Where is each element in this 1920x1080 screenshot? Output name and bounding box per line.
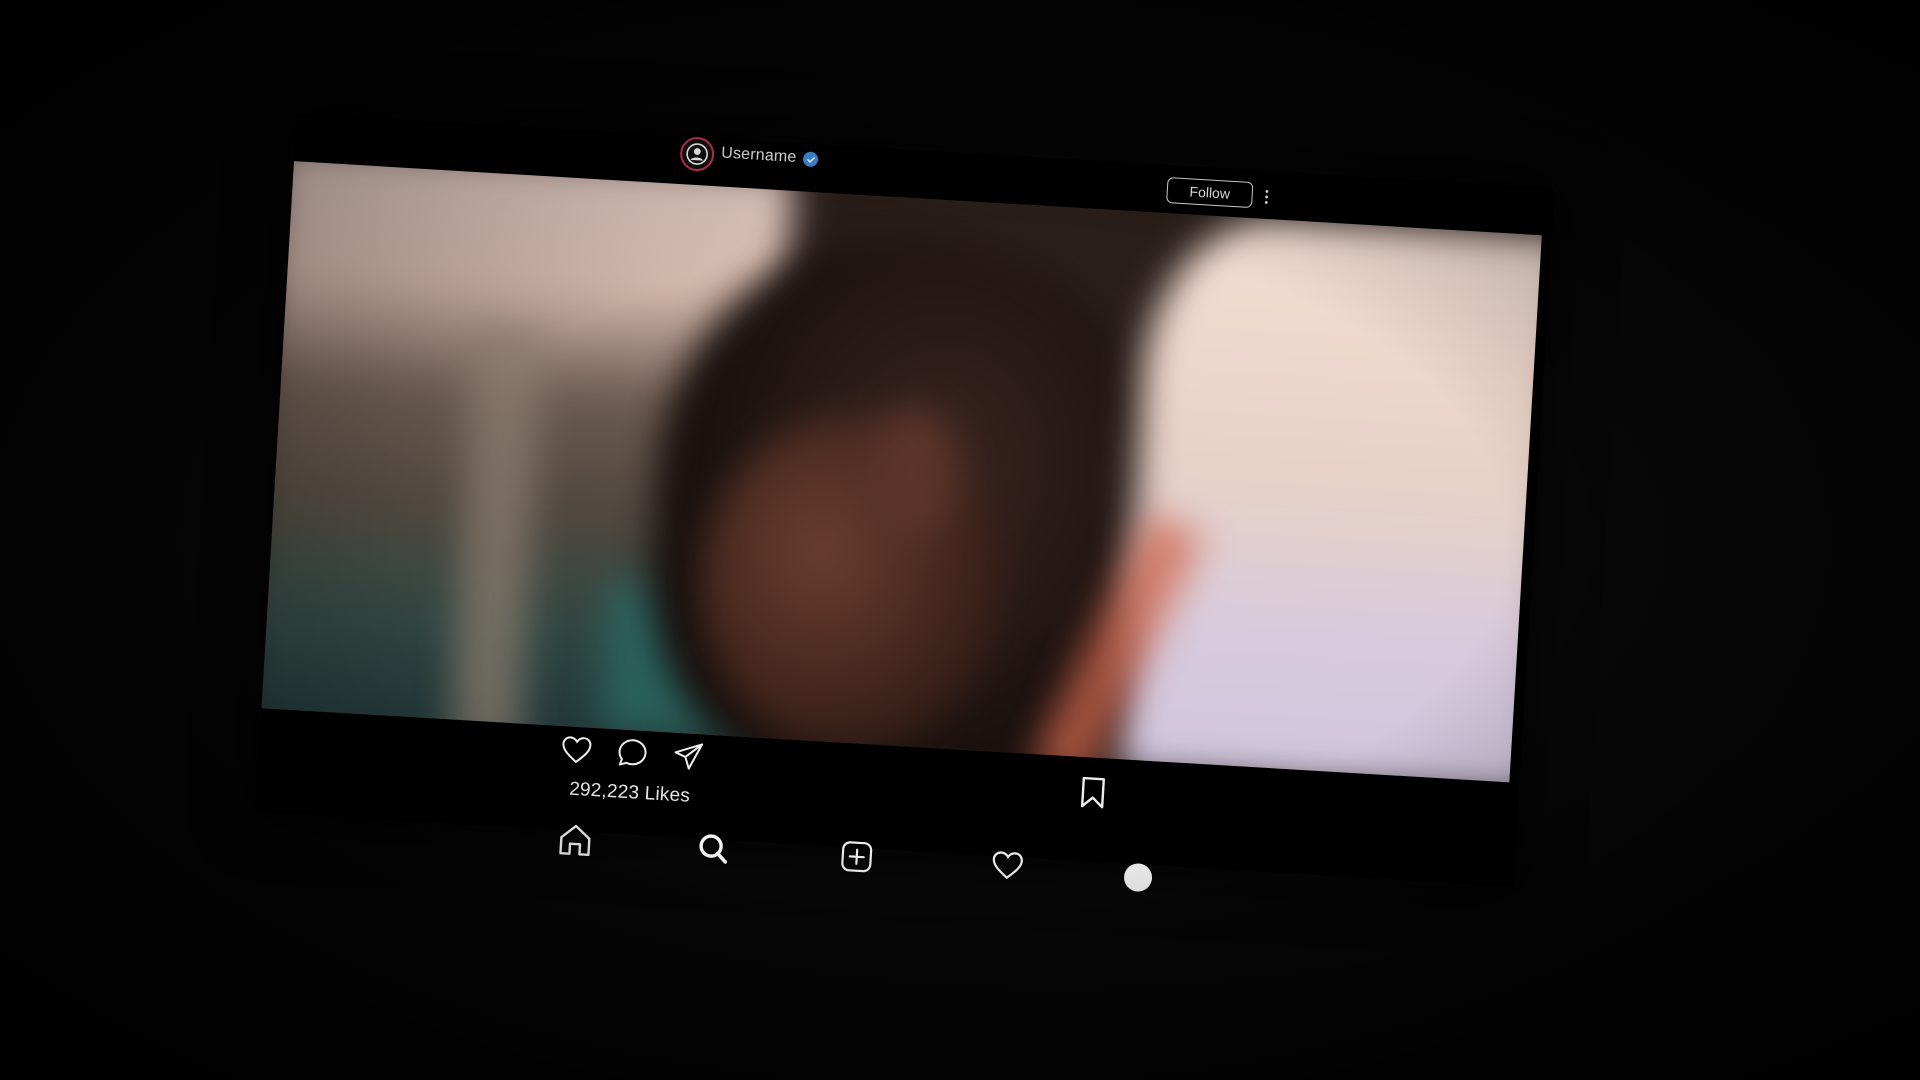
- activity-heart-icon[interactable]: [987, 846, 1027, 886]
- profile-avatar: [1123, 862, 1153, 893]
- app-stage: Username Follow 292,223 Likes: [0, 0, 1920, 1080]
- phone-screen: Username Follow 292,223 Likes: [255, 113, 1555, 893]
- bookmark-icon[interactable]: [1075, 775, 1111, 811]
- home-icon[interactable]: [555, 820, 595, 860]
- media-background-right: [1119, 212, 1542, 783]
- more-options-icon[interactable]: [1263, 189, 1270, 205]
- profile-icon[interactable]: [1118, 857, 1158, 897]
- search-icon[interactable]: [693, 828, 733, 868]
- post-media[interactable]: [261, 161, 1542, 783]
- send-icon[interactable]: [670, 739, 706, 775]
- comment-icon[interactable]: [615, 735, 651, 771]
- heart-icon[interactable]: [559, 732, 595, 768]
- likes-count[interactable]: 292,223 Likes: [569, 779, 691, 808]
- username[interactable]: Username: [721, 145, 797, 167]
- verified-badge-icon: [802, 151, 819, 168]
- follow-button[interactable]: Follow: [1166, 177, 1254, 209]
- add-post-icon[interactable]: [837, 837, 877, 877]
- user-avatar-icon[interactable]: [679, 136, 716, 173]
